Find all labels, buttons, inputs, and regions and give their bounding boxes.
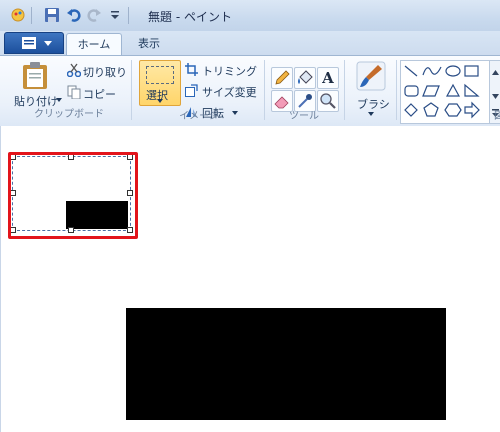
redo-icon[interactable]: [86, 7, 102, 23]
file-menu-icon: [22, 37, 36, 49]
copy-icon: [67, 85, 81, 99]
tools-group-label: ツール: [289, 111, 319, 122]
pencil-icon: [275, 70, 290, 85]
canvas-area[interactable]: [0, 126, 500, 432]
cut-button[interactable]: 切り取り: [64, 62, 127, 80]
paste-button[interactable]: 貼り付け: [10, 60, 62, 108]
text-tool-button[interactable]: A: [317, 67, 339, 89]
scroll-down-icon[interactable]: [492, 94, 499, 99]
red-highlight-frame: [8, 152, 138, 239]
resize-label: サイズ変更: [202, 86, 257, 99]
copy-button[interactable]: コピー: [64, 84, 126, 102]
paint-bucket-icon: [298, 70, 313, 84]
pencil-tool-button[interactable]: [271, 67, 293, 89]
brush-icon: [356, 61, 386, 91]
ribbon-separator: [131, 60, 132, 120]
paste-dropdown-icon: [56, 98, 62, 102]
crop-icon: [185, 63, 198, 76]
ribbon: 貼り付け 切り取り コピー クリップボード 選択 トリミング サイズ変更 回転 …: [0, 55, 500, 127]
resize-icon: [185, 84, 198, 97]
ribbon-separator: [344, 60, 345, 120]
ribbon-tab-row: ホーム 表示: [0, 31, 500, 56]
canvas-left-edge: [0, 126, 1, 432]
fill-tool-button[interactable]: [294, 67, 316, 89]
shapes-gallery[interactable]: [400, 60, 490, 124]
tab-home[interactable]: ホーム: [66, 33, 122, 56]
shapes-gallery-icons: [404, 65, 480, 119]
undo-icon[interactable]: [66, 7, 82, 23]
clipboard-group-label: クリップボード: [34, 109, 104, 120]
customize-quick-access-icon[interactable]: [107, 7, 123, 23]
image-group-label: イメージ: [179, 111, 219, 122]
title-bar: 無題 - ペイント: [0, 0, 500, 32]
clipboard-icon: [23, 62, 47, 89]
brush-button[interactable]: ブラシ: [350, 60, 392, 118]
select-dropdown-icon: [157, 99, 163, 103]
scroll-up-icon[interactable]: [492, 70, 499, 75]
window-title: 無題 - ペイント: [148, 10, 232, 24]
scissors-icon: [67, 63, 81, 77]
shapes-group-label: 図形: [494, 111, 500, 122]
file-menu-button[interactable]: [4, 32, 64, 54]
crop-label: トリミング: [202, 65, 257, 78]
paint-app-icon[interactable]: [10, 7, 26, 23]
cut-label: 切り取り: [83, 66, 127, 79]
text-tool-icon: A: [322, 69, 334, 87]
ribbon-separator: [264, 60, 265, 120]
brush-dropdown-icon: [368, 112, 374, 116]
crop-button[interactable]: トリミング: [184, 62, 262, 79]
select-button[interactable]: 選択: [139, 60, 181, 106]
ribbon-separator: [396, 60, 397, 120]
brush-label: ブラシ: [357, 98, 390, 111]
selection-rect-icon: [146, 66, 174, 84]
chevron-down-icon: [44, 41, 52, 46]
resize-button[interactable]: サイズ変更: [184, 83, 262, 100]
copy-label: コピー: [83, 88, 116, 101]
save-icon[interactable]: [44, 7, 60, 23]
black-rectangle-shape: [126, 308, 446, 420]
tab-view[interactable]: 表示: [124, 33, 174, 55]
